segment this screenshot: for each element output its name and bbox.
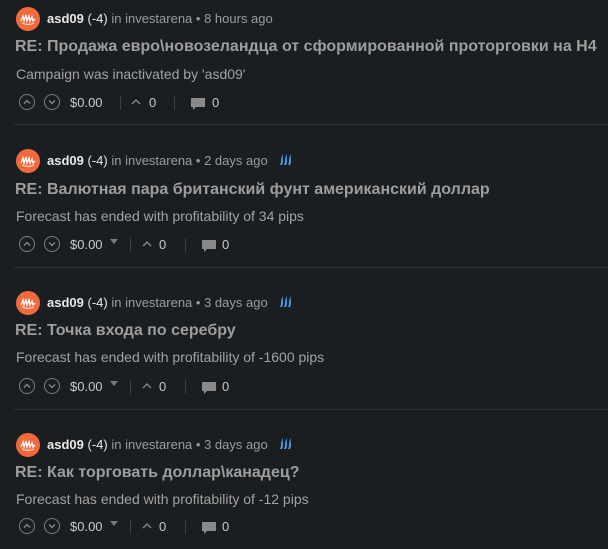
downvote-icon [48, 384, 56, 389]
avatar-icon [20, 297, 36, 310]
comment-icon[interactable] [201, 521, 217, 535]
downvote-button[interactable] [44, 378, 60, 394]
post-divider [14, 267, 608, 268]
avatar[interactable] [16, 149, 40, 173]
post-divider [14, 124, 608, 125]
author-name[interactable]: asd09 [47, 295, 84, 310]
community-link[interactable]: in investarena [111, 11, 192, 26]
community-link[interactable]: in investarena [111, 295, 192, 310]
post-body[interactable]: Forecast has ended with profitability of… [16, 349, 324, 365]
post-time[interactable]: • 8 hours ago [196, 11, 273, 26]
upvote-icon [23, 241, 31, 246]
avatar-icon [20, 439, 36, 452]
feed-post: asd09 (-4) in investarena • 8 hours ago … [0, 0, 608, 125]
payout-value[interactable]: $0.00 [70, 519, 103, 534]
author-reputation: (-4) [87, 11, 108, 26]
upvote-button[interactable] [19, 518, 35, 534]
divider [185, 238, 186, 252]
upvote-icon [23, 523, 31, 528]
voters-icon[interactable] [141, 239, 153, 249]
post-body[interactable]: Campaign was inactivated by 'asd09' [16, 66, 245, 82]
comment-icon[interactable] [190, 97, 206, 111]
author-name[interactable]: asd09 [47, 11, 84, 26]
post-time[interactable]: • 2 days ago [196, 153, 268, 168]
divider [130, 238, 131, 252]
post-time[interactable]: • 3 days ago [196, 295, 268, 310]
downvote-button[interactable] [44, 518, 60, 534]
post-divider [14, 409, 608, 410]
divider [130, 380, 131, 394]
post-header: asd09 (-4) in investarena • 2 days ago [47, 152, 293, 170]
steem-icon[interactable] [277, 436, 293, 452]
payout-caret-icon[interactable] [110, 239, 118, 244]
payout-value[interactable]: $0.00 [70, 237, 103, 252]
feed-post: asd09 (-4) in investarena • 2 days ago R… [0, 142, 608, 267]
payout-caret-icon[interactable] [110, 521, 118, 526]
comments-count[interactable]: 0 [222, 379, 229, 394]
comments-count[interactable]: 0 [212, 95, 219, 110]
feed-post: asd09 (-4) in investarena • 3 days ago R… [0, 426, 608, 549]
upvote-icon [23, 99, 31, 104]
payout-value[interactable]: $0.00 [70, 95, 103, 110]
community-link[interactable]: in investarena [111, 153, 192, 168]
voters-icon[interactable] [141, 521, 153, 531]
comment-icon[interactable] [201, 239, 217, 253]
post-title[interactable]: RE: Продажа евро\новозеландца от сформир… [15, 38, 597, 56]
votes-count[interactable]: 0 [149, 95, 156, 110]
payout-caret-icon[interactable] [110, 381, 118, 386]
author-name[interactable]: asd09 [47, 437, 84, 452]
divider [185, 520, 186, 534]
post-header: asd09 (-4) in investarena • 8 hours ago [47, 10, 273, 28]
votes-count[interactable]: 0 [159, 237, 166, 252]
divider [185, 380, 186, 394]
post-time[interactable]: • 3 days ago [196, 437, 268, 452]
divider [120, 96, 121, 110]
steem-icon[interactable] [277, 294, 293, 310]
comments-count[interactable]: 0 [222, 519, 229, 534]
upvote-button[interactable] [19, 94, 35, 110]
downvote-button[interactable] [44, 94, 60, 110]
post-title[interactable]: RE: Валютная пара британский фунт америк… [15, 181, 490, 199]
upvote-button[interactable] [19, 236, 35, 252]
post-header: asd09 (-4) in investarena • 3 days ago [47, 436, 293, 454]
votes-count[interactable]: 0 [159, 519, 166, 534]
author-reputation: (-4) [87, 153, 108, 168]
author-name[interactable]: asd09 [47, 153, 84, 168]
avatar[interactable] [16, 7, 40, 31]
downvote-icon [48, 242, 56, 247]
downvote-icon [48, 100, 56, 105]
post-body[interactable]: Forecast has ended with profitability of… [16, 491, 309, 507]
feed-post: asd09 (-4) in investarena • 3 days ago R… [0, 284, 608, 409]
avatar-icon [20, 13, 36, 26]
voters-icon[interactable] [130, 97, 142, 107]
divider [174, 96, 175, 110]
post-body[interactable]: Forecast has ended with profitability of… [16, 208, 304, 224]
author-reputation: (-4) [87, 295, 108, 310]
comment-icon[interactable] [201, 381, 217, 395]
downvote-icon [48, 524, 56, 529]
votes-count[interactable]: 0 [159, 379, 166, 394]
upvote-icon [23, 383, 31, 388]
post-title[interactable]: RE: Как торговать доллар\канадец? [15, 464, 299, 482]
avatar-icon [20, 155, 36, 168]
upvote-button[interactable] [19, 378, 35, 394]
downvote-button[interactable] [44, 236, 60, 252]
post-header: asd09 (-4) in investarena • 3 days ago [47, 294, 293, 312]
comments-count[interactable]: 0 [222, 237, 229, 252]
voters-icon[interactable] [141, 381, 153, 391]
payout-value[interactable]: $0.00 [70, 379, 103, 394]
avatar[interactable] [16, 433, 40, 457]
divider [130, 520, 131, 534]
community-link[interactable]: in investarena [111, 437, 192, 452]
avatar[interactable] [16, 291, 40, 315]
author-reputation: (-4) [87, 437, 108, 452]
post-title[interactable]: RE: Точка входа по серебру [15, 322, 236, 340]
steem-icon[interactable] [277, 152, 293, 168]
